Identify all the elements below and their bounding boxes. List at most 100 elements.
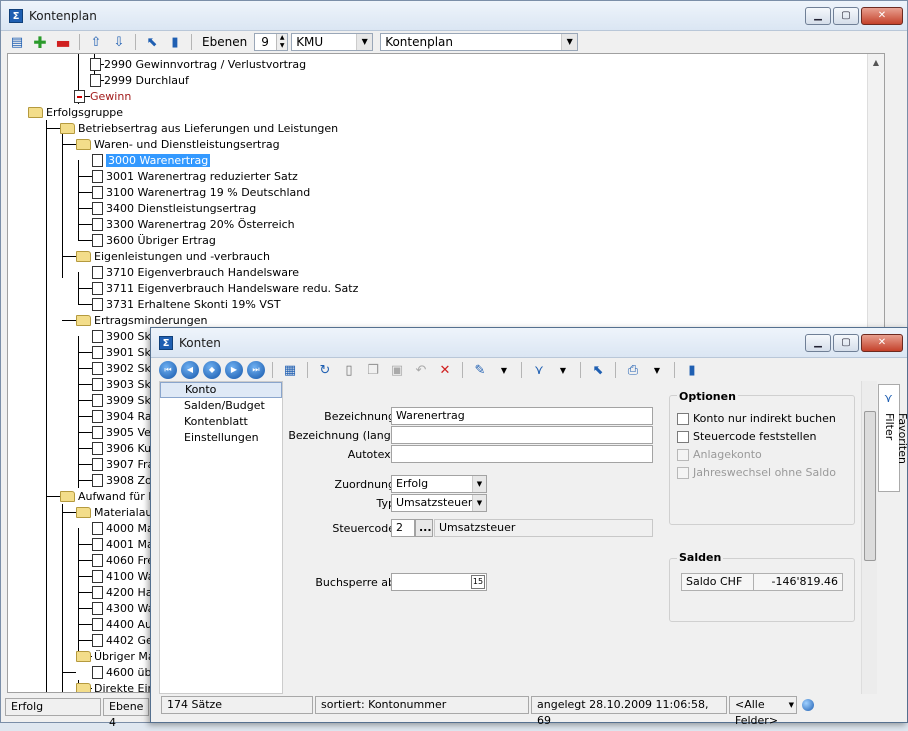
first-record-icon[interactable]: ⏮	[159, 361, 177, 379]
spinner-arrows-icon[interactable]: ▲ ▼	[276, 34, 288, 50]
tree-node[interactable]: 4100 Wa	[92, 568, 154, 584]
tree-node[interactable]: Gewinn	[74, 88, 131, 104]
chevron-down-icon[interactable]: ▼	[472, 476, 486, 492]
tree-node[interactable]: 4000 Mat	[92, 520, 158, 536]
tree-node[interactable]: 3909 Sko	[92, 392, 157, 408]
tree-node[interactable]: 3711 Eigenverbrauch Handelsware redu. Sa…	[92, 280, 358, 296]
bezeichnung-lang-field[interactable]	[391, 426, 653, 444]
copy-icon[interactable]: ❐	[363, 361, 383, 379]
tree-node[interactable]: 4060 Fre	[92, 552, 154, 568]
autotext-field[interactable]	[391, 445, 653, 463]
tree-node[interactable]: 3903 Sko	[92, 376, 157, 392]
tree-node[interactable]: 3400 Dienstleistungsertrag	[92, 200, 256, 216]
refresh-icon[interactable]: ↻	[315, 361, 335, 379]
field-filter-combo[interactable]: <Alle Felder> ▼	[729, 696, 797, 727]
tree-node[interactable]: 3600 Übriger Ertrag	[92, 232, 216, 248]
chevron-down-icon[interactable]: ▼	[472, 495, 486, 511]
jump-record-icon[interactable]: ◆	[203, 361, 221, 379]
tree-node[interactable]: Direkte Eink	[76, 680, 161, 692]
tree-node[interactable]: 2999 Durchlauf	[90, 72, 189, 88]
add-icon[interactable]: ✚	[30, 33, 50, 52]
nav-salden-budget[interactable]: Salden/Budget	[160, 398, 282, 414]
tree-node[interactable]: 3901 Sko	[92, 344, 157, 360]
tree-node[interactable]: 3906 Kur	[92, 440, 156, 456]
tree-node[interactable]: 3000 Warenertrag	[92, 152, 211, 168]
tree-node[interactable]: Aufwand für Ma	[60, 488, 164, 504]
properties-icon[interactable]: ▤	[7, 33, 27, 51]
chevron-down-icon[interactable]: ▼	[494, 361, 514, 379]
tree-node[interactable]: 4400 Auf	[92, 616, 156, 632]
tree-node[interactable]: Erfolgsgruppe	[28, 104, 123, 120]
filter-icon[interactable]: ⋎	[529, 361, 549, 379]
scroll-up-icon[interactable]: ▲	[868, 54, 884, 71]
print-icon[interactable]: ⎙	[623, 361, 643, 379]
tree-node[interactable]: 3900 Sko	[92, 328, 157, 344]
bezeichnung-field[interactable]: Warenertrag	[391, 407, 653, 425]
last-record-icon[interactable]: ⏭	[247, 361, 265, 379]
nav-einstellungen[interactable]: Einstellungen	[160, 430, 282, 446]
tree-node[interactable]: Eigenleistungen und -verbrauch	[76, 248, 270, 264]
tree-node[interactable]: 3731 Erhaltene Skonti 19% VST	[92, 296, 281, 312]
tree-node[interactable]: 3907 Fra	[92, 456, 154, 472]
close-button[interactable]: ✕	[861, 7, 903, 25]
ebenen-spinner[interactable]: 9 ▲ ▼	[254, 33, 289, 51]
tree-node[interactable]: 4600 übr	[92, 664, 156, 680]
tree-node[interactable]: 3905 Ver	[92, 424, 155, 440]
save-icon[interactable]: ▣	[387, 361, 407, 379]
tree-node[interactable]: 4200 Har	[92, 584, 157, 600]
tree-node[interactable]: 4001 Mat	[92, 536, 158, 552]
checkbox-indirekt[interactable]: Konto nur indirekt buchen	[677, 412, 836, 425]
tree-node[interactable]: Ertragsminderungen	[76, 312, 207, 328]
new-icon[interactable]: ▯	[339, 361, 359, 379]
tree-node[interactable]: 3001 Warenertrag reduzierter Satz	[92, 168, 298, 184]
tree-node[interactable]: Betriebsertrag aus Lieferungen und Leist…	[60, 120, 338, 136]
favoriten-filter-tab[interactable]: ⋎ Favoriten Filter	[878, 384, 908, 492]
next-record-icon[interactable]: ▶	[225, 361, 243, 379]
checkbox-icon[interactable]	[677, 430, 689, 443]
tree-node[interactable]: 4300 Wa	[92, 600, 154, 616]
delete-record-icon[interactable]: ✕	[435, 361, 455, 379]
move-up-icon[interactable]: ⇧	[86, 33, 106, 51]
typ-select[interactable]: Umsatzsteuer ▼	[391, 494, 487, 512]
steuercode-field[interactable]: 2	[391, 519, 415, 537]
minimize-button[interactable]: ▁	[805, 334, 831, 352]
tree-node[interactable]: Waren- und Dienstleistungsertrag	[76, 136, 280, 152]
book-icon[interactable]: ▮	[165, 33, 185, 51]
chevron-down-icon[interactable]: ▼	[561, 34, 578, 50]
nav-kontenblatt[interactable]: Kontenblatt	[160, 414, 282, 430]
chevron-down-icon[interactable]: ▼	[553, 361, 573, 379]
table-view-icon[interactable]: ▦	[280, 361, 300, 379]
move-down-icon[interactable]: ⇩	[109, 33, 129, 51]
zuordnung-select[interactable]: Erfolg ▼	[391, 475, 487, 493]
tree-node[interactable]: 3300 Warenertrag 20% Österreich	[92, 216, 295, 232]
tree-node[interactable]: 3908 Zoll	[92, 472, 158, 488]
checkbox-icon[interactable]	[677, 412, 689, 425]
undo-icon[interactable]: ↶	[411, 361, 431, 379]
tree-node[interactable]: 3710 Eigenverbrauch Handelsware	[92, 264, 299, 280]
checkbox-steuercode[interactable]: Steuercode feststellen	[677, 430, 816, 443]
pointer-icon[interactable]: ⬉	[588, 361, 608, 379]
form-scrollbar[interactable]	[861, 381, 877, 694]
chevron-down-icon[interactable]: ▼	[789, 697, 794, 713]
plan-type-combo[interactable]: KMU ▼	[291, 33, 374, 51]
tree-node[interactable]: 3100 Warenertrag 19 % Deutschland	[92, 184, 310, 200]
book-icon[interactable]: ▮	[682, 361, 702, 379]
tools-icon[interactable]: ✎	[470, 361, 490, 379]
tree-node[interactable]: 3904 Rab	[92, 408, 159, 424]
chevron-down-icon[interactable]: ▼	[356, 34, 373, 50]
maximize-button[interactable]: ▢	[833, 334, 859, 352]
tree-node[interactable]: 2990 Gewinnvortrag / Verlustvortrag	[90, 56, 306, 72]
nav-konto[interactable]: Konto	[160, 382, 282, 398]
minimize-button[interactable]: ▁	[805, 7, 831, 25]
scroll-thumb[interactable]	[864, 411, 876, 561]
view-combo[interactable]: Kontenplan ▼	[380, 33, 579, 51]
calendar-icon[interactable]: 15	[471, 575, 485, 589]
steuercode-browse-button[interactable]: ...	[415, 519, 433, 537]
pointer-icon[interactable]: ⬉	[142, 33, 162, 51]
previous-record-icon[interactable]: ◀	[181, 361, 199, 379]
chevron-down-icon[interactable]: ▼	[647, 361, 667, 379]
tree-node[interactable]: 3902 Sko	[92, 360, 157, 376]
close-button[interactable]: ✕	[861, 334, 903, 352]
maximize-button[interactable]: ▢	[833, 7, 859, 25]
delete-icon[interactable]: ▬	[53, 33, 73, 52]
